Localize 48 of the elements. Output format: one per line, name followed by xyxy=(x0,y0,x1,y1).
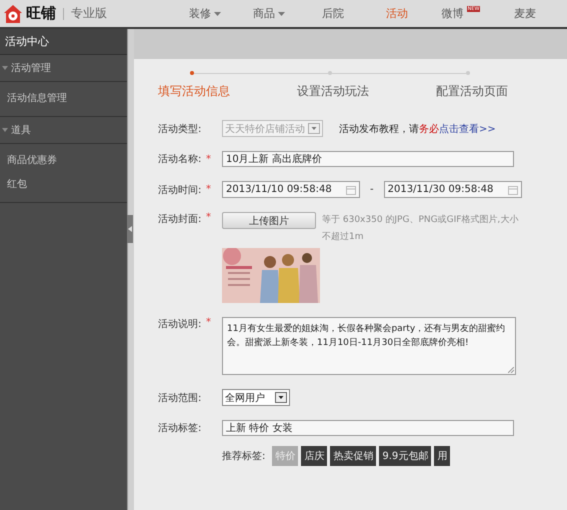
tag-chip[interactable]: 店庆 xyxy=(301,446,328,466)
tag-chip[interactable]: 热卖促销 xyxy=(330,446,376,466)
required-mark: * xyxy=(206,154,212,164)
field-label: 活动范围: xyxy=(158,392,202,404)
collapse-handle[interactable] xyxy=(127,215,133,243)
required-mark: * xyxy=(206,317,212,328)
description-textarea[interactable]: 11月有女生最爱的姐妹淘，长假各种聚会party，还有与男友的甜蜜约会。甜蜜派上新冬装，11月10日-11月30日全部底牌价亮相! xyxy=(222,317,516,375)
step-label: 填写活动信息 xyxy=(158,83,230,100)
nav-tab[interactable]: 装修 xyxy=(173,6,237,21)
field-label: 活动名称: xyxy=(158,153,202,166)
field-label: 活动封面: xyxy=(158,212,202,226)
tag-chip[interactable]: 用 xyxy=(434,446,450,466)
brand-name: 旺铺 xyxy=(26,4,56,23)
field-label: 活动标签: xyxy=(158,422,202,435)
edition-label: 专业版 xyxy=(71,5,107,22)
name-input[interactable]: 10月上新 高出底牌价 xyxy=(222,151,514,167)
tags-input[interactable]: 上新 特价 女装 xyxy=(222,420,514,436)
step-label: 配置活动页面 xyxy=(436,83,508,100)
calendar-icon xyxy=(346,184,356,194)
nav-tab[interactable]: 麦麦 xyxy=(493,6,557,21)
resize-grip-icon xyxy=(508,367,514,373)
sidebar-group-label: 活动管理 xyxy=(11,62,51,75)
end-date-field[interactable]: 2013/11/30 09:58:48 xyxy=(384,181,522,198)
sidebar-item[interactable]: 活动信息管理 xyxy=(0,87,127,111)
step-label: 设置活动玩法 xyxy=(297,83,369,100)
field-label: 活动时间: xyxy=(158,184,202,196)
house-logo-icon xyxy=(3,4,23,24)
field-label: 活动类型: xyxy=(158,122,202,136)
nav-tab[interactable]: 后院 xyxy=(301,6,365,21)
sidebar-group-label: 道具 xyxy=(11,124,31,137)
caret-icon xyxy=(2,65,8,71)
sidebar-item[interactable]: 红包 xyxy=(0,173,127,197)
required-mark: * xyxy=(206,184,212,195)
range-separator: - xyxy=(370,184,374,195)
tutorial-hint: 活动发布教程，请务必点击查看>> xyxy=(339,122,496,136)
start-date-field[interactable]: 2013/11/10 09:58:48 xyxy=(222,181,360,198)
sidebar-title: 活动中心 xyxy=(0,29,127,55)
sidebar-item[interactable]: 商品优惠券 xyxy=(0,149,127,173)
scope-select[interactable]: 全网用户 xyxy=(222,389,290,406)
required-mark: * xyxy=(206,212,212,223)
field-label: 活动说明: xyxy=(158,318,202,331)
tag-chip[interactable]: 9.9元包邮 xyxy=(379,446,432,466)
nav-tab[interactable]: 商品 xyxy=(237,6,301,21)
upload-button[interactable]: 上传图片 xyxy=(222,212,316,229)
upload-note: 等于 630x350 的JPG、PNG或GIF格式图片,大小不超过1m xyxy=(322,214,520,244)
calendar-icon xyxy=(508,184,518,194)
caret-icon xyxy=(2,127,8,133)
recommended-tags-label: 推荐标签: xyxy=(222,450,266,463)
